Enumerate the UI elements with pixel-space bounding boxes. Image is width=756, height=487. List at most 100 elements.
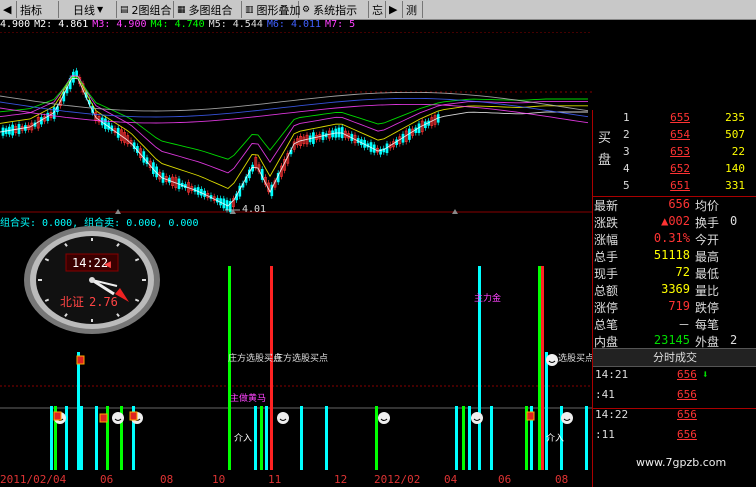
orderbook-level: 3	[623, 145, 630, 158]
tb-label-0: 指标	[20, 3, 42, 17]
orderbook-price: 652	[670, 162, 690, 175]
stats-label: 涨停	[594, 301, 619, 315]
signal-bar	[468, 406, 471, 470]
stats-value: ▲002	[661, 214, 690, 228]
low-price-label: 4.01	[242, 204, 266, 214]
smile-icon	[112, 412, 124, 424]
system-indicator-button[interactable]: ⚙ 系统指示	[299, 1, 369, 18]
stats-value: 51118	[653, 248, 690, 262]
stats-label-right: 最低	[695, 267, 720, 281]
clock-widget[interactable]: 14:22 ◀ 北证 2.76	[22, 224, 162, 336]
toolbar-arrow-button[interactable]: ◀	[0, 1, 17, 18]
clock-arrow-icon: ◀	[104, 260, 111, 270]
orderbook-row[interactable]: 5 651 331	[593, 179, 756, 196]
tick-row: 14:21 656 ⬇	[593, 368, 756, 385]
two-chart-button[interactable]: ▤ 2图组合	[117, 1, 174, 18]
stats-row: 涨幅 0.31% 今开	[593, 231, 756, 248]
watermark: www.7gpzb.com	[636, 456, 727, 469]
clock-index-value: 2.76	[89, 295, 118, 309]
orderbook-row[interactable]: 2 654 507	[593, 128, 756, 145]
indicator-button[interactable]: 指标	[17, 1, 59, 18]
orderbook-volume: 140	[725, 162, 745, 175]
stats-label: 最新	[594, 199, 619, 213]
date-tick: 11	[268, 473, 282, 486]
flag-icon	[129, 411, 138, 421]
toolbar-play-button[interactable]: ▶	[386, 1, 403, 18]
stats-value: 23145	[653, 333, 690, 347]
orderbook-row[interactable]: 1 655 235	[593, 111, 756, 128]
tick-row: :11 656	[593, 428, 756, 445]
date-tick: 2011/02/04	[0, 473, 67, 486]
flag-icon	[99, 413, 108, 423]
stats-row: 总手 51118 最高	[593, 248, 756, 265]
clock-tick	[134, 258, 140, 262]
signal-bar	[50, 406, 53, 470]
stats-row: 总额 3369 量比	[593, 282, 756, 299]
signal-bar	[254, 406, 257, 470]
gear-icon: ⚙	[302, 4, 311, 15]
tick-row: :41 656	[593, 388, 756, 405]
orderbook-row[interactable]: 4 652 140	[593, 162, 756, 179]
ma-legend: 4.900 M2: 4.861 M3: 4.900 M4: 4.740 M5: 4.54…	[0, 19, 592, 32]
orderbook-row[interactable]: 3 653 22	[593, 145, 756, 162]
date-tick: 2012/02	[374, 473, 421, 486]
toolbar-test-button[interactable]: 测	[403, 1, 423, 18]
stats-value: 0.31%	[653, 231, 690, 245]
orderbook-price: 655	[670, 111, 690, 124]
tb-label-6: 忘	[372, 3, 383, 17]
stats-row: 最新 656 均价	[593, 197, 756, 214]
smile-icon	[561, 412, 573, 424]
tick-price: 656	[677, 368, 697, 381]
flag-icon	[53, 411, 62, 421]
candle-body	[75, 70, 78, 77]
toolbar-extra-button[interactable]: 忘	[369, 1, 386, 18]
tb-label-5: 系统指示	[313, 3, 358, 17]
clock-tick	[134, 298, 140, 302]
stats-row: 现手 72 最低	[593, 265, 756, 282]
ma-curve	[0, 75, 588, 174]
signal-bar	[95, 406, 98, 470]
overlay-button[interactable]: ▥ 图形叠加	[242, 1, 301, 18]
down-arrow-icon: ⬇	[702, 368, 709, 381]
smile-icon	[546, 354, 558, 366]
date-tick: 08	[555, 473, 569, 486]
orderbook-volume: 235	[725, 111, 745, 124]
signal-bar	[541, 266, 544, 470]
multi-chart-button[interactable]: ▦ 多图组合	[174, 1, 242, 18]
tick-time: :11	[595, 428, 615, 441]
date-axis: 2011/02/04 06 08 10 11 12 2012/02 04 06 08	[0, 473, 592, 487]
stats-value: －	[677, 318, 690, 332]
tick-header[interactable]: 分时成交	[593, 348, 756, 367]
tick-time: :41	[595, 388, 615, 401]
tick-time: 14:22	[595, 408, 629, 421]
stats-label-right: 均价	[695, 199, 720, 213]
stats-label-right: 量比	[695, 284, 720, 298]
flag-icon	[526, 411, 535, 421]
signal-bar	[538, 266, 541, 470]
date-tick: 12	[334, 473, 348, 486]
signal-bar	[325, 406, 328, 470]
orderbook-level: 1	[623, 111, 630, 124]
ma-legend-item: M3: 4.900	[92, 19, 147, 30]
stats-row: 涨停 719 跌停	[593, 299, 756, 316]
quote-panel: 买盘 1 655 235 2 654 507 3 653 22 4 652 140 5 651 331 最新 6…	[592, 110, 756, 487]
signal-bar	[545, 352, 548, 470]
signal-bar	[490, 406, 493, 470]
buy-point-label: 选股买点	[558, 352, 592, 364]
tick-price: 656	[677, 388, 697, 401]
tb-label-1: 日线	[73, 3, 95, 17]
stats-value-right: 0	[730, 214, 738, 228]
stats-value: 3369	[661, 282, 690, 296]
overlay-icon: ▥	[245, 4, 254, 15]
kline-chart[interactable]: 4.01	[0, 32, 592, 214]
gold-label: 主做黄马	[230, 392, 266, 404]
tb-label-8: 测	[406, 3, 417, 17]
signal-bar	[462, 406, 465, 470]
period-button[interactable]: 日线 ▼	[59, 1, 117, 18]
signal-bar	[270, 266, 273, 470]
stats-label-right: 今开	[695, 233, 720, 247]
signal-bar	[265, 406, 268, 470]
date-tick: 10	[212, 473, 226, 486]
stats-value: 719	[668, 299, 690, 313]
flag-icon	[76, 355, 85, 365]
